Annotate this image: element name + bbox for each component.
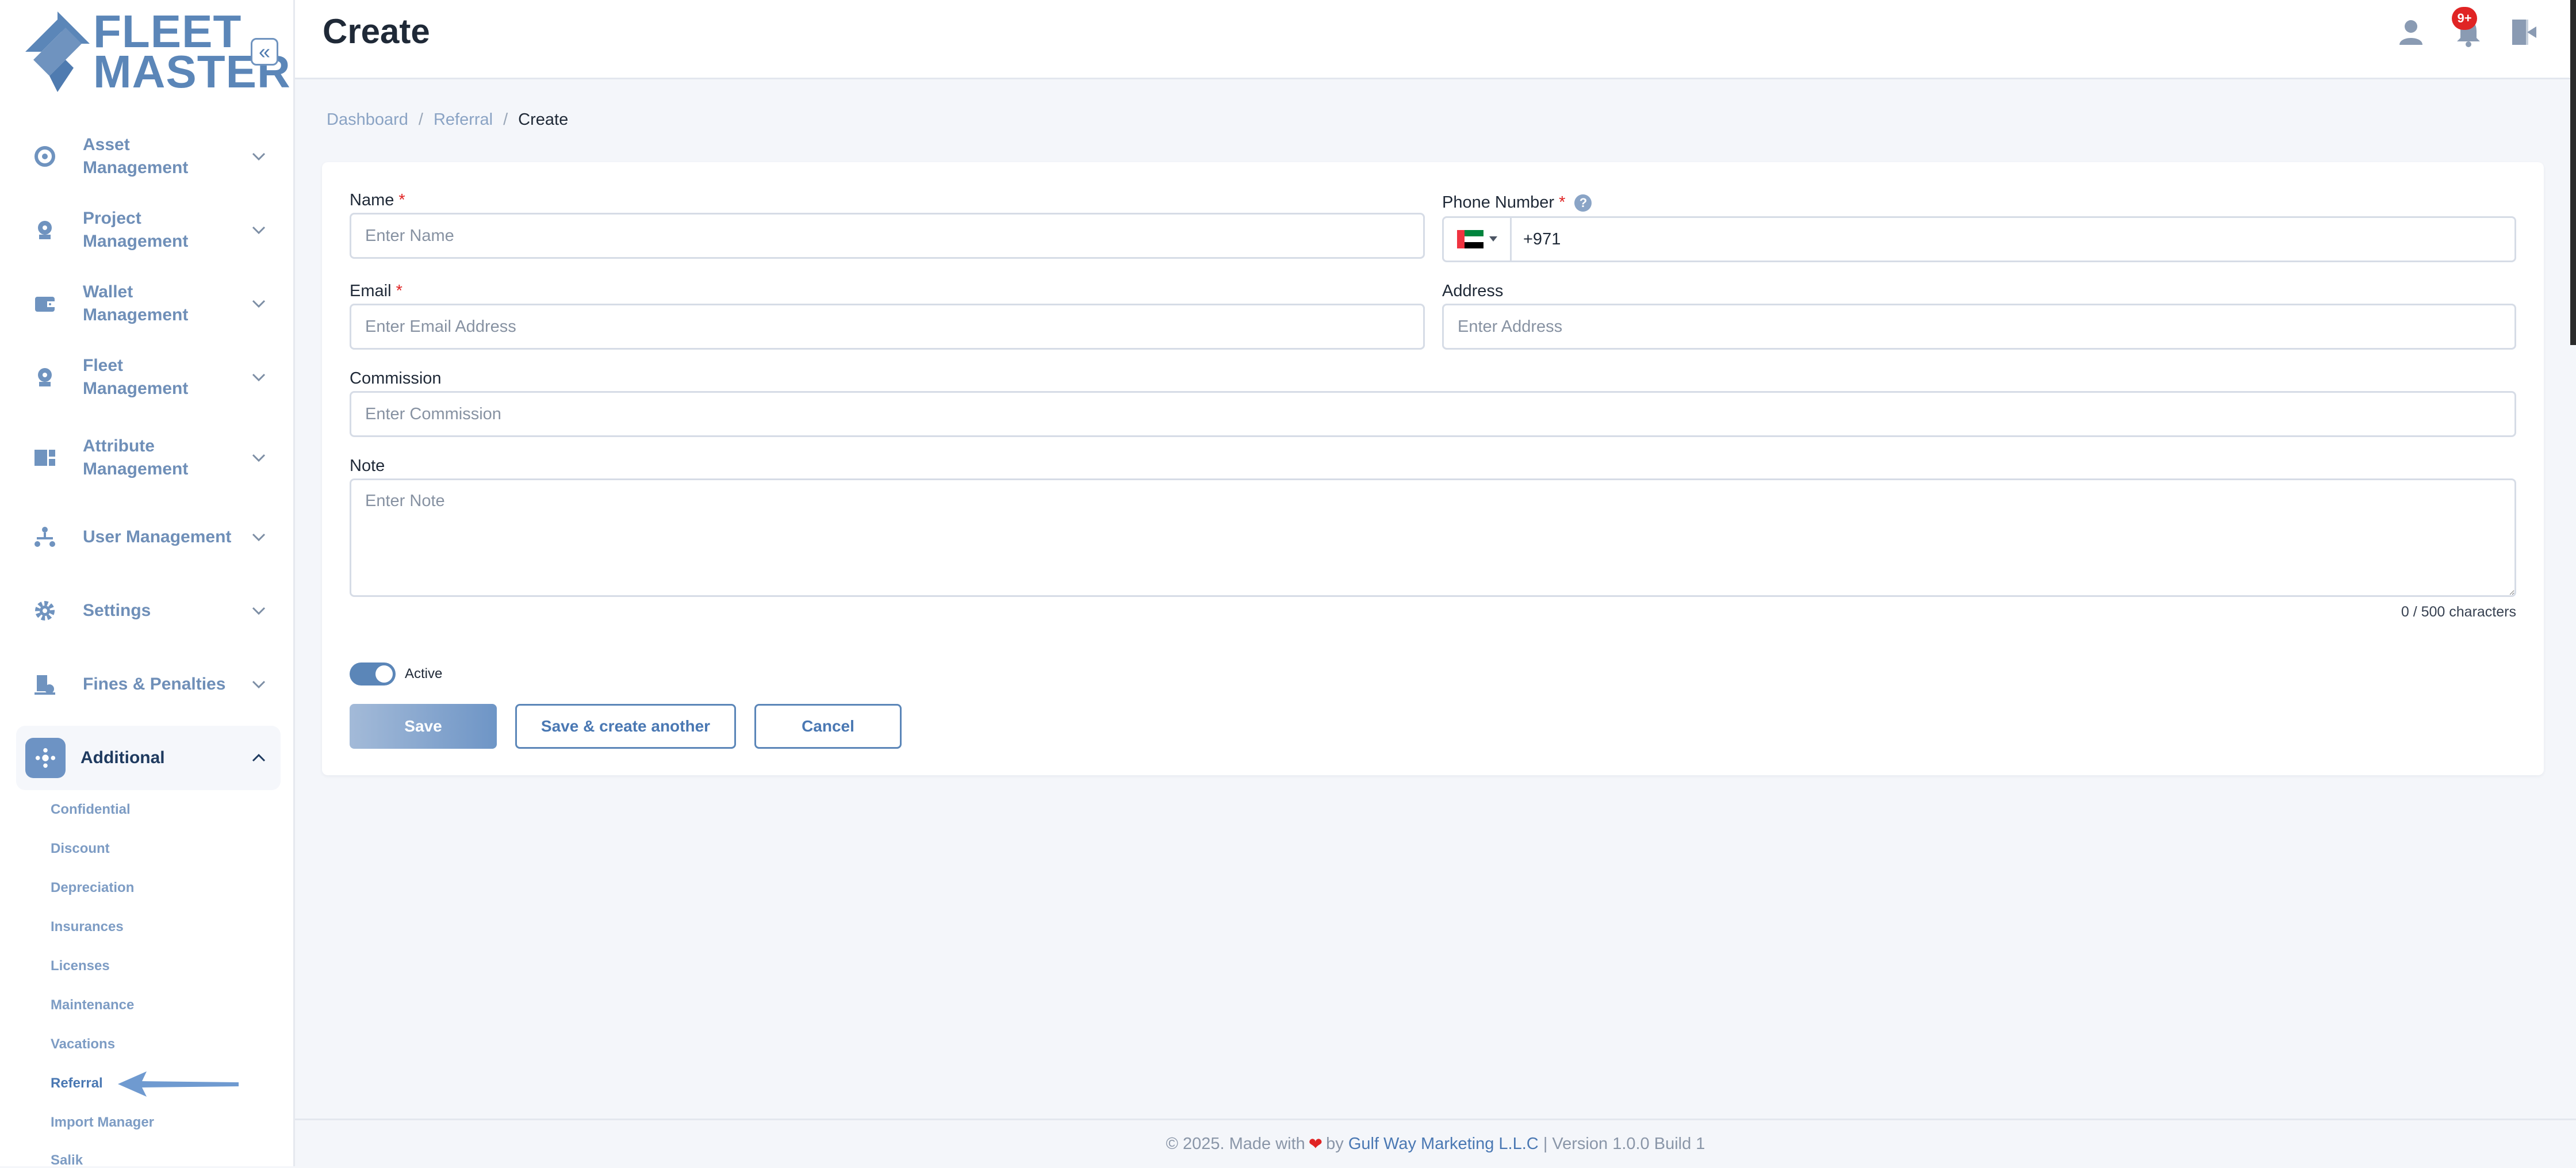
additional-icon (25, 738, 66, 778)
asset-icon (22, 133, 68, 179)
footer-copyright: © 2025. Made with (1166, 1135, 1305, 1153)
breadcrumb-separator: / (503, 110, 508, 129)
name-label: Name * (350, 191, 405, 209)
chevron-down-icon (252, 152, 266, 161)
sidebar-sub-item-vacations[interactable]: Vacations (51, 1036, 115, 1052)
help-icon[interactable]: ? (1574, 194, 1592, 212)
phone-input[interactable] (1512, 218, 2514, 261)
wallet-icon (22, 281, 68, 327)
breadcrumb-dashboard[interactable]: Dashboard (327, 110, 408, 129)
phone-label: Phone Number * ? (1442, 193, 1592, 212)
top-bar: Create (295, 0, 2576, 79)
sidebar-item-wallet-management[interactable]: Wallet Management (16, 275, 281, 332)
sidebar-item-label: Settings (83, 601, 151, 620)
project-icon (22, 207, 68, 253)
attribute-icon (22, 435, 68, 481)
sidebar-sub-item-depreciation[interactable]: Depreciation (51, 880, 134, 896)
sidebar-item-settings[interactable]: Settings (16, 582, 281, 639)
sidebar-sub-item-discount[interactable]: Discount (51, 841, 110, 857)
fleet-icon (22, 354, 68, 400)
pointer-arrow-icon (118, 1071, 239, 1097)
sidebar-item-additional[interactable]: Additional (16, 726, 281, 790)
sidebar-item-project-management[interactable]: Project Management (16, 201, 281, 259)
chevron-down-icon (252, 607, 266, 615)
sidebar-sub-item-salik[interactable]: Salik (51, 1152, 83, 1166)
chevron-down-icon (252, 300, 266, 308)
breadcrumb-separator: / (418, 110, 423, 129)
chevron-down-icon (252, 533, 266, 542)
heart-icon: ❤ (1308, 1135, 1323, 1154)
collapse-sidebar-button[interactable]: « (251, 38, 278, 66)
window-edge (2570, 0, 2576, 345)
breadcrumb-referral[interactable]: Referral (434, 110, 493, 129)
chevron-down-icon (252, 226, 266, 235)
sidebar-sub-item-referral[interactable]: Referral (51, 1075, 103, 1092)
footer-by: by (1326, 1135, 1344, 1153)
sidebar-sub-item-licenses[interactable]: Licenses (51, 958, 110, 974)
sidebar: FLEET MASTER « Asset Management Project … (0, 0, 295, 1166)
chevrons-left-icon: « (258, 40, 271, 63)
character-counter: 0 / 500 characters (2401, 604, 2516, 620)
save-button[interactable]: Save (350, 704, 497, 749)
notification-badge: 9+ (2452, 7, 2477, 30)
user-icon[interactable] (2395, 16, 2427, 48)
note-counter-row: 0 / 500 characters (350, 604, 2516, 621)
chevron-down-icon (252, 680, 266, 689)
cancel-button[interactable]: Cancel (754, 704, 902, 749)
user-hierarchy-icon (22, 514, 68, 560)
address-label: Address (1442, 282, 1504, 300)
sidebar-item-label: User Management (83, 527, 232, 546)
sidebar-item-attribute-management[interactable]: Attribute Management (16, 429, 281, 487)
sidebar-item-user-management[interactable]: User Management (16, 508, 281, 566)
sidebar-sub-item-confidential[interactable]: Confidential (51, 802, 131, 818)
active-toggle[interactable] (350, 662, 396, 686)
sidebar-item-label: Additional (80, 748, 165, 767)
phone-field (1442, 216, 2516, 262)
address-input[interactable] (1442, 304, 2516, 350)
fines-icon (22, 661, 68, 707)
sidebar-item-label: Wallet Management (83, 282, 189, 324)
sidebar-item-asset-management[interactable]: Asset Management (16, 128, 281, 185)
footer: © 2025. Made with ❤ by Gulf Way Marketin… (295, 1119, 2576, 1168)
toggle-knob (375, 665, 393, 683)
sidebar-item-fines-penalties[interactable]: Fines & Penalties (16, 656, 281, 713)
logout-icon[interactable] (2509, 16, 2541, 48)
chevron-up-icon (252, 753, 266, 762)
breadcrumb-current: Create (518, 110, 569, 129)
caret-down-icon (1489, 236, 1497, 242)
note-textarea[interactable] (350, 478, 2516, 597)
commission-input[interactable] (350, 391, 2516, 437)
email-input[interactable] (350, 304, 1425, 350)
gear-icon (22, 588, 68, 634)
email-label: Email * (350, 282, 402, 300)
sidebar-item-label: Attribute Management (83, 436, 189, 478)
logo-mark-icon (25, 12, 90, 92)
sidebar-sub-item-insurances[interactable]: Insurances (51, 919, 124, 935)
referral-form-card: Name * Phone Number * ? Email * Address … (322, 162, 2544, 775)
sidebar-item-label: Fleet Management (83, 356, 189, 398)
sidebar-sub-item-maintenance[interactable]: Maintenance (51, 997, 134, 1013)
sidebar-item-label: Asset Management (83, 135, 189, 177)
sidebar-item-label: Fines & Penalties (83, 675, 226, 694)
sidebar-item-label: Project Management (83, 209, 189, 251)
commission-label: Commission (350, 369, 442, 388)
name-input[interactable] (350, 213, 1425, 259)
country-code-select[interactable] (1444, 218, 1512, 261)
chevron-down-icon (252, 373, 266, 382)
footer-company-link[interactable]: Gulf Way Marketing L.L.C (1348, 1135, 1539, 1154)
sidebar-sub-item-import-manager[interactable]: Import Manager (51, 1115, 154, 1131)
page-title: Create (323, 12, 430, 51)
footer-version: | Version 1.0.0 Build 1 (1543, 1135, 1705, 1153)
save-and-create-another-button[interactable]: Save & create another (515, 704, 736, 749)
uae-flag-icon (1456, 230, 1483, 248)
sidebar-item-fleet-management[interactable]: Fleet Management (16, 349, 281, 406)
chevron-down-icon (252, 454, 266, 462)
active-label: Active (405, 666, 443, 681)
note-label: Note (350, 457, 385, 475)
breadcrumb: Dashboard / Referral / Create (327, 110, 568, 129)
